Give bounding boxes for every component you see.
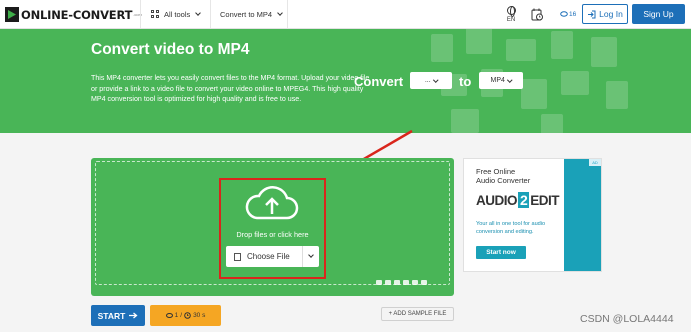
box-icon[interactable] [421,280,427,285]
ad-headline: Free Online Audio Converter [476,167,530,185]
chevron-down-icon [432,77,438,82]
all-tools-menu[interactable]: All tools [151,0,202,28]
options-summary-button[interactable]: 1 / 30 s [150,305,221,326]
credits-counter[interactable]: 16 [560,0,576,28]
converter-menu[interactable]: Convert to MP4 [220,0,283,28]
add-sample-label: + ADD SAMPLE FILE [388,311,447,317]
divider [287,0,288,28]
target-format-value: MP4 [490,77,505,84]
top-bar: ONLINE-CONVERT .com All tools Convert to… [0,0,691,29]
divider [140,0,141,28]
convert-label: Convert [354,74,404,89]
chevron-down-icon [195,9,202,16]
logo-icon [5,7,19,22]
ad-line1: Free Online [476,167,516,176]
signup-label: Sign Up [643,9,674,19]
login-label: Log In [599,9,623,19]
ad-brand: AUDIO 2 EDIT [476,192,560,208]
source-format-value: ... [424,77,431,84]
all-tools-label: All tools [164,9,191,19]
signup-button[interactable]: Sign Up [632,4,685,24]
arrow-right-icon [129,312,138,319]
file-count: 1 [174,312,179,319]
source-format-select[interactable]: ... [410,72,452,89]
cloud-source-icons [376,280,427,285]
credits-icon [560,11,568,17]
language-code: EN [506,16,516,23]
annotation-highlight-box [219,178,326,279]
file-pattern-decoration [431,29,628,133]
ad-cta-label: Start now [486,249,516,256]
onedrive-icon[interactable] [412,280,418,285]
logo-text: ONLINE-CONVERT [21,7,133,22]
to-label: to [459,74,472,89]
watermark: CSDN @LOLA4444 [580,313,674,325]
ad-badge: AD [589,159,601,166]
login-button[interactable]: Log In [582,4,628,24]
ad-side-panel [564,159,601,271]
globe-icon [506,5,516,17]
ad-brand-right: EDIT [530,192,560,208]
ad-cta-button[interactable]: Start now [476,246,526,259]
add-sample-file-button[interactable]: + ADD SAMPLE FILE [381,307,454,321]
file-count-icon [165,313,173,318]
divider [210,0,211,28]
advertisement[interactable]: AD Free Online Audio Converter AUDIO 2 E… [463,158,602,272]
credits-value: 16 [569,10,577,18]
separator: / [180,312,183,319]
language-selector[interactable]: EN [500,0,522,28]
converter-label: Convert to MP4 [220,9,273,19]
drive-icon[interactable] [403,280,409,285]
ad-tagline: Your all in one tool for audio conversio… [476,221,546,235]
start-label: START [97,310,126,321]
dropbox-icon[interactable] [394,280,400,285]
target-format-select[interactable]: MP4 [479,72,523,89]
hero-banner: Convert video to MP4 This MP4 converter … [0,29,691,133]
chevron-down-icon [507,77,513,82]
page-description: This MP4 converter lets you easily conve… [91,74,370,104]
clock-icon [184,312,191,319]
chevron-down-icon [277,9,283,16]
link-icon[interactable] [385,280,391,285]
login-icon [588,10,596,18]
ad-brand-left: AUDIO [476,192,518,208]
ad-line2: Audio Converter [476,176,531,185]
site-logo[interactable]: ONLINE-CONVERT .com [5,6,142,23]
ad-brand-mid: 2 [518,192,530,208]
grid-icon [151,10,159,18]
history-icon[interactable] [530,7,544,21]
duration-value: 30 s [193,312,206,319]
folder-icon[interactable] [376,280,382,285]
start-button[interactable]: START [91,305,145,326]
page-title: Convert video to MP4 [91,41,250,58]
